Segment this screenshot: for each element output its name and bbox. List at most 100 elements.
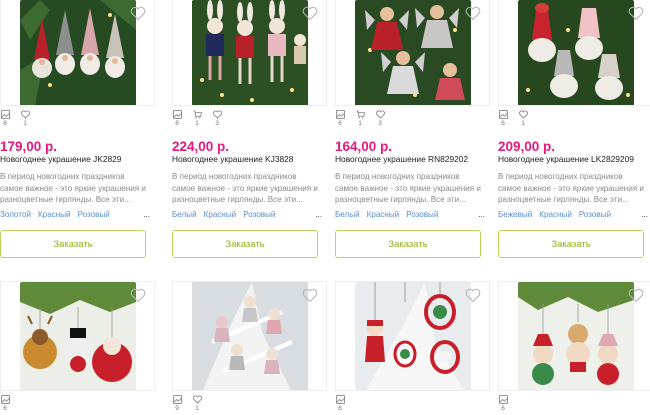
color-options: Белый Красный Розовый ... [335,210,485,219]
product-stats: 6 [335,395,345,415]
product-photo[interactable] [192,0,308,105]
product-stats: 6 [498,395,508,415]
cart-count: 1 [192,110,202,132]
heart-icon [192,395,202,404]
more-colors[interactable]: ... [641,210,648,219]
photo-count: 6 [498,395,508,415]
product-image-frame[interactable] [0,281,155,391]
product-description: В период новогодних праздников самое важ… [335,172,481,204]
product-stats: 8 1 3 [172,110,222,132]
color-option[interactable]: Бежевый [498,210,532,219]
favorite-heart-icon[interactable] [302,288,318,303]
product-image-frame[interactable] [172,0,327,106]
heart-icon [212,110,222,119]
order-button[interactable]: Заказать [172,230,318,258]
heart-icon [20,110,30,119]
color-option[interactable]: Розовый [243,210,275,219]
color-option[interactable]: Золотой [0,210,31,219]
cart-icon [355,110,365,119]
favorite-heart-icon[interactable] [628,288,644,303]
product-price: 224,00 р. [172,139,230,154]
color-option[interactable]: Розовый [579,210,611,219]
favorite-heart-icon[interactable] [465,6,481,21]
product-stats: 6 1 [498,110,528,132]
product-card[interactable]: 6 [498,281,650,412]
heart-icon [375,110,385,119]
like-count: 3 [375,110,385,132]
image-icon [335,110,345,119]
product-image-frame[interactable] [335,281,490,391]
heart-icon [518,110,528,119]
image-icon [335,395,345,404]
favorite-heart-icon[interactable] [302,6,318,21]
product-photo[interactable] [355,282,471,390]
more-colors[interactable]: ... [478,210,485,219]
product-card[interactable]: 6 [335,281,490,412]
photo-count: 6 [335,395,345,415]
cart-icon [192,110,202,119]
product-card[interactable]: 8 1 3 224,00 р. Новогоднее украшение KJ3… [172,0,327,258]
product-card[interactable]: 6 [0,281,155,412]
product-photo[interactable] [518,282,634,390]
product-card[interactable]: 6 1 3 164,00 р. Новогоднее украшение RN8… [335,0,490,258]
favorite-heart-icon[interactable] [130,288,146,303]
image-icon [0,395,10,404]
photo-count: 6 [498,110,508,132]
product-image-frame[interactable] [0,0,155,106]
product-image-frame[interactable] [335,0,490,106]
product-photo[interactable] [20,282,136,390]
product-title[interactable]: Новогоднее украшение RN829202 [335,154,468,164]
color-option[interactable]: Белый [335,210,360,219]
color-option[interactable]: Красный [367,210,400,219]
color-option[interactable]: Красный [204,210,237,219]
like-count: 3 [212,110,222,132]
product-stats: 6 1 3 [335,110,385,132]
product-title[interactable]: Новогоднее украшение KJ3828 [172,154,293,164]
product-title[interactable]: Новогоднее украшение LK2829209 [498,154,634,164]
product-photo[interactable] [20,0,136,105]
product-stats: 6 1 [0,110,30,132]
photo-count: 8 [172,110,182,132]
product-title[interactable]: Новогоднее украшение JK2829 [0,154,121,164]
cart-count: 1 [355,110,365,132]
product-image-frame[interactable] [172,281,327,391]
product-photo[interactable] [192,282,308,390]
product-image-frame[interactable] [498,0,650,106]
photo-count: 9 [172,395,182,415]
favorite-heart-icon[interactable] [628,6,644,21]
favorite-heart-icon[interactable] [465,288,481,303]
color-option[interactable]: Белый [172,210,197,219]
color-options: Белый Красный Розовый ... [172,210,322,219]
like-count: 1 [518,110,528,132]
photo-count: 6 [0,110,10,132]
color-option[interactable]: Красный [539,210,572,219]
order-button[interactable]: Заказать [335,230,481,258]
order-button[interactable]: Заказать [0,230,146,258]
product-card[interactable]: 9 1 [172,281,327,412]
product-price: 179,00 р. [0,139,58,154]
product-price: 209,00 р. [498,139,556,154]
more-colors[interactable]: ... [315,210,322,219]
photo-count: 6 [0,395,10,415]
product-price: 164,00 р. [335,139,393,154]
image-icon [498,395,508,404]
product-card[interactable]: 6 1 179,00 р. Новогоднее украшение JK282… [0,0,155,258]
color-options: Бежевый Красный Розовый ... [498,210,648,219]
favorite-heart-icon[interactable] [130,6,146,21]
product-stats: 9 1 [172,395,202,415]
product-description: В период новогодних праздников самое важ… [0,172,146,204]
image-icon [0,110,10,119]
product-image-frame[interactable] [498,281,650,391]
order-button[interactable]: Заказать [498,230,644,258]
product-card[interactable]: 6 1 209,00 р. Новогоднее украшение LK282… [498,0,650,258]
color-option[interactable]: Красный [38,210,71,219]
color-option[interactable]: Розовый [406,210,438,219]
image-icon [172,110,182,119]
product-description: В период новогодних праздников самое важ… [172,172,318,204]
product-photo[interactable] [355,0,471,105]
product-photo[interactable] [518,0,634,105]
color-option[interactable]: Розовый [78,210,110,219]
like-count: 1 [20,110,30,132]
product-stats: 6 [0,395,10,415]
more-colors[interactable]: ... [143,210,150,219]
